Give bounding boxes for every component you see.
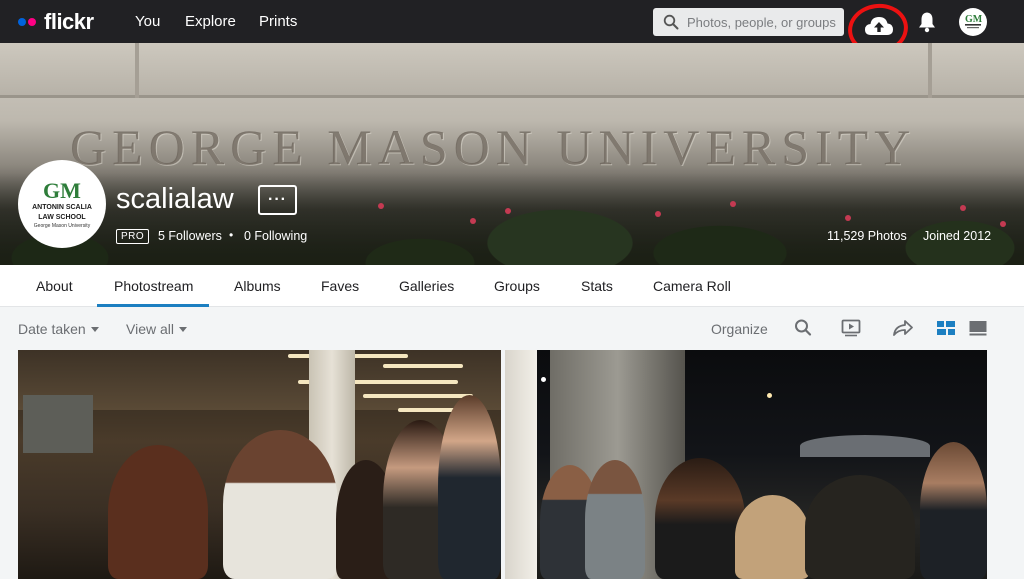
photo-umbrella	[800, 435, 930, 457]
photo-pillar	[505, 350, 537, 579]
photo-thumbnail[interactable]	[505, 350, 987, 579]
account-avatar[interactable]: GM	[959, 8, 987, 36]
date-taken-dropdown[interactable]: Date taken	[18, 321, 99, 337]
nav-you[interactable]: You	[135, 13, 160, 30]
nav-explore[interactable]: Explore	[185, 13, 236, 30]
pink-dot	[28, 18, 36, 26]
upload-cloud-icon[interactable]	[864, 15, 894, 37]
photo-light	[541, 377, 546, 382]
search-icon	[663, 14, 679, 30]
photo-light	[767, 393, 772, 398]
photo-light	[383, 364, 463, 368]
joined-date: Joined 2012	[923, 229, 992, 243]
tab-photostream[interactable]: Photostream	[114, 278, 193, 294]
flower	[378, 203, 384, 209]
share-icon[interactable]	[892, 318, 914, 338]
gm-logo-icon: GM	[965, 14, 983, 29]
search-input[interactable]	[687, 14, 837, 30]
photo-person	[223, 430, 338, 579]
view-all-label: View all	[126, 321, 174, 337]
chevron-down-icon	[179, 326, 187, 332]
more-options-button[interactable]: ···	[258, 185, 297, 215]
photo-person	[920, 442, 987, 579]
organize-label: Organize	[711, 321, 768, 337]
followers-link[interactable]: 5 Followers	[158, 229, 222, 243]
following-link[interactable]: 0 Following	[244, 229, 307, 243]
separator-dot: •	[229, 228, 234, 242]
tab-stats[interactable]: Stats	[581, 278, 613, 294]
flower	[655, 211, 661, 217]
flower	[845, 215, 851, 221]
photo-person	[655, 458, 745, 579]
photo-person	[108, 445, 208, 579]
school-name-line2: LAW SCHOOL	[38, 213, 86, 221]
nav-prints[interactable]: Prints	[259, 13, 297, 30]
top-nav: flickr You Explore Prints GM	[0, 0, 1024, 58]
photo-crowd	[805, 475, 915, 579]
svg-text:GM: GM	[965, 14, 983, 25]
gm-logo: GM	[43, 177, 81, 203]
view-all-dropdown[interactable]: View all	[126, 321, 187, 337]
photo-person	[585, 460, 645, 579]
active-tab-indicator	[97, 304, 209, 307]
flower	[730, 201, 736, 207]
profile-tabs: About Photostream Albums Faves Galleries…	[0, 265, 1024, 307]
school-name-line1: ANTONIN SCALIA	[32, 203, 92, 211]
photo-screen	[23, 395, 93, 453]
cover-seam	[135, 43, 139, 98]
date-taken-label: Date taken	[18, 321, 86, 337]
list-view-icon[interactable]	[968, 318, 988, 338]
search-icon[interactable]	[794, 318, 812, 338]
pro-badge: PRO	[116, 229, 150, 244]
cover-photo: GEORGE MASON UNIVERSITY GM ANTONIN SCALI…	[0, 43, 1024, 265]
grid-view-icon[interactable]	[936, 318, 956, 338]
tab-about[interactable]: About	[36, 278, 73, 294]
photo-light	[363, 394, 473, 398]
flower	[505, 208, 511, 214]
profile-username: scalialaw	[116, 183, 234, 215]
photo-person	[438, 395, 501, 579]
photos-count: 11,529 Photos	[827, 229, 907, 243]
photo-person	[735, 495, 810, 579]
search-box[interactable]	[653, 8, 844, 36]
cover-engraving: GEORGE MASON UNIVERSITY	[70, 119, 917, 175]
chevron-down-icon	[90, 326, 99, 332]
flower	[960, 205, 966, 211]
bell-icon[interactable]	[917, 11, 937, 33]
logo-text: flickr	[44, 9, 94, 34]
flickr-logo[interactable]: flickr	[18, 9, 94, 35]
flower	[470, 218, 476, 224]
profile-avatar[interactable]: GM ANTONIN SCALIA LAW SCHOOL George Maso…	[18, 160, 106, 248]
cover-seam	[928, 43, 932, 98]
photo-thumbnail[interactable]	[18, 350, 501, 579]
logo-dots	[18, 18, 36, 26]
slideshow-icon[interactable]	[841, 318, 861, 338]
flower	[1000, 221, 1006, 227]
tab-groups[interactable]: Groups	[494, 278, 540, 294]
organize-link[interactable]: Organize	[711, 321, 768, 337]
tab-albums[interactable]: Albums	[234, 278, 281, 294]
blue-dot	[18, 18, 26, 26]
tab-camera-roll[interactable]: Camera Roll	[653, 278, 731, 294]
tab-faves[interactable]: Faves	[321, 278, 359, 294]
tab-galleries[interactable]: Galleries	[399, 278, 454, 294]
cover-ledge	[0, 43, 1024, 98]
school-subtitle: George Mason University	[33, 222, 91, 229]
